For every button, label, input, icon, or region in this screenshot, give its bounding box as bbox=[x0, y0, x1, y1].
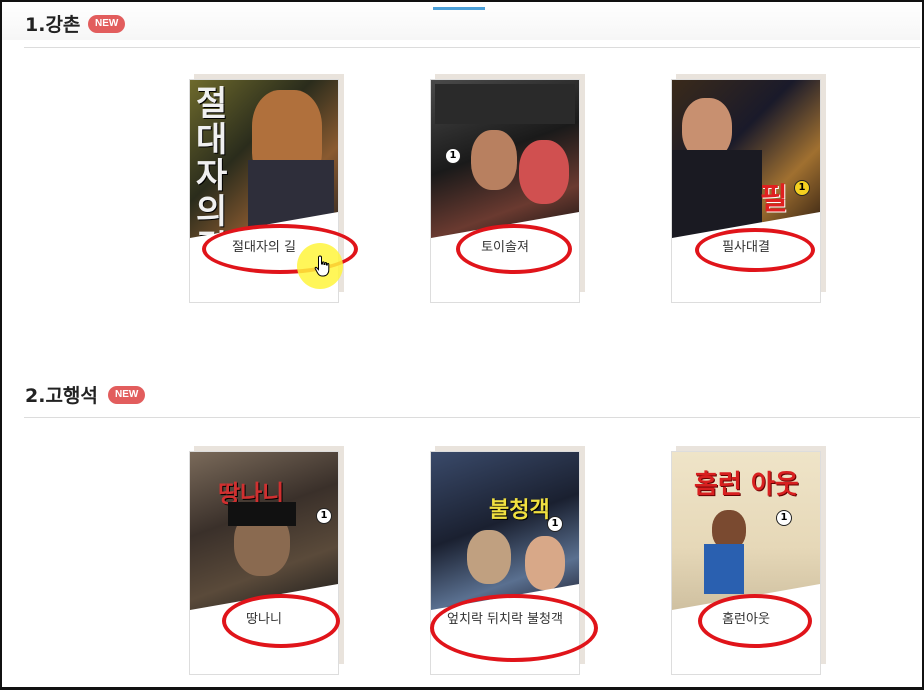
cover-title-text: 홈런 아웃 bbox=[694, 470, 799, 500]
section-divider bbox=[24, 417, 920, 418]
volume-badge: 1 bbox=[316, 508, 332, 524]
book-cover[interactable]: 홈런 아웃 1 bbox=[672, 452, 820, 610]
book-cover[interactable]: 땅나니 1 bbox=[190, 452, 338, 610]
annotation-circle bbox=[430, 594, 598, 662]
annotation-circle bbox=[456, 224, 572, 274]
active-tab-indicator bbox=[433, 7, 485, 10]
cover-figure bbox=[519, 140, 569, 204]
section-title: 1.강촌 bbox=[25, 14, 81, 36]
cover-figure bbox=[467, 530, 511, 584]
section-title: 2.고행석 bbox=[25, 385, 98, 407]
book-cover[interactable]: 1 bbox=[431, 80, 579, 238]
annotation-circle bbox=[698, 594, 812, 648]
new-badge: NEW bbox=[88, 15, 126, 33]
hand-cursor-icon bbox=[314, 255, 330, 277]
cover-figure-hair bbox=[228, 502, 296, 526]
new-badge: NEW bbox=[108, 386, 146, 404]
cover-top-panel bbox=[435, 84, 575, 124]
cover-title-text: 불청객 bbox=[489, 498, 550, 523]
book-cover[interactable]: 절대자의길 bbox=[190, 80, 338, 238]
volume-badge: 1 bbox=[547, 516, 563, 532]
cover-figure bbox=[525, 536, 565, 590]
book-cover[interactable]: 불청객 1 bbox=[431, 452, 579, 610]
book-cover[interactable]: 필 1 bbox=[672, 80, 820, 238]
volume-badge: 1 bbox=[776, 510, 792, 526]
section-divider bbox=[24, 47, 920, 48]
cover-figure bbox=[471, 130, 517, 190]
volume-badge: 1 bbox=[445, 148, 461, 164]
annotation-circle bbox=[695, 228, 815, 272]
annotation-circle bbox=[222, 594, 340, 648]
volume-badge: 1 bbox=[794, 180, 810, 196]
